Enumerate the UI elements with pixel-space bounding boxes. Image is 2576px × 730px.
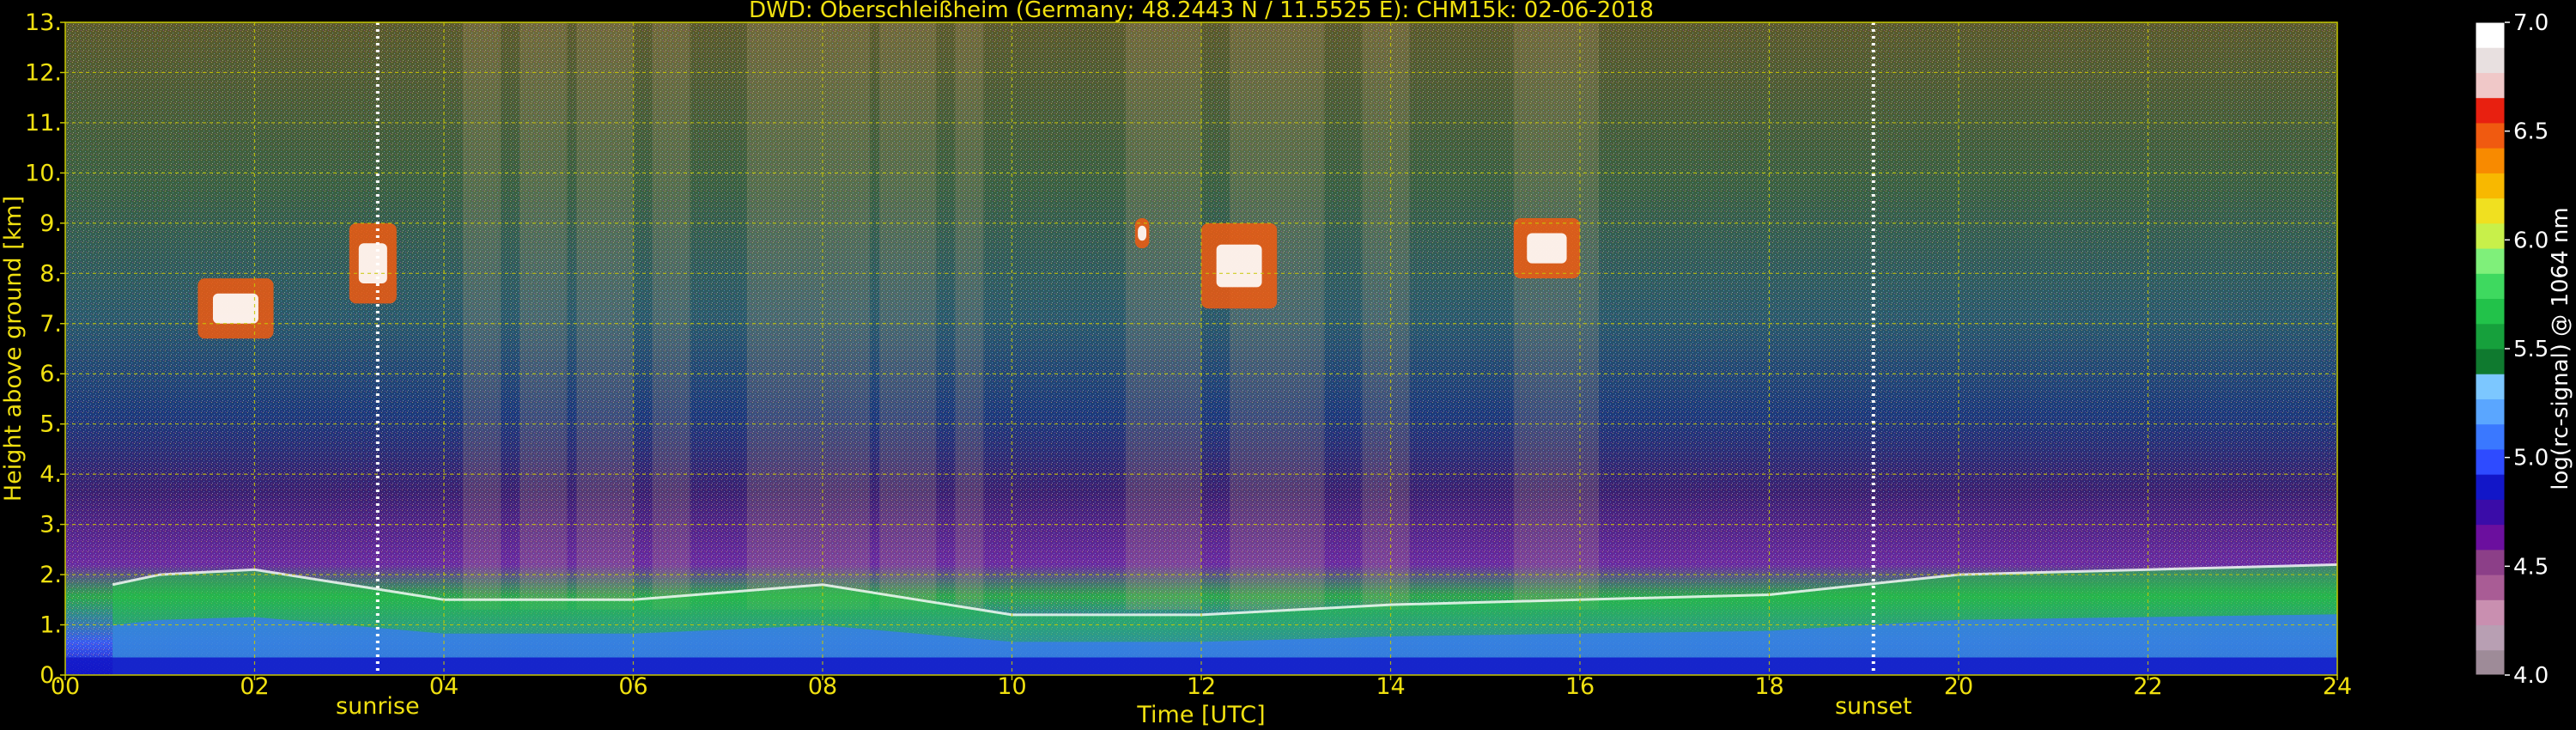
colorbar-swatch bbox=[2476, 22, 2505, 48]
colorbar-swatch bbox=[2476, 173, 2505, 199]
x-tick-label: 14 bbox=[1376, 673, 1405, 700]
colorbar-swatch bbox=[2476, 575, 2505, 600]
colorbar: 4.0 4.5 5.0 5.5 6.0 6.5 7.0 bbox=[2475, 10, 2549, 689]
x-axis-label: Time [UTC] bbox=[1136, 702, 1265, 728]
y-tick-label: 3. bbox=[39, 512, 62, 538]
cloud-core bbox=[1527, 233, 1567, 264]
colorbar-swatch bbox=[2476, 374, 2505, 399]
y-tick-label: 8. bbox=[39, 260, 62, 287]
colorbar-swatch bbox=[2476, 122, 2505, 149]
x-tick-label: 24 bbox=[2323, 673, 2352, 700]
colorbar-swatch bbox=[2476, 248, 2505, 274]
x-tick-label: 16 bbox=[1565, 673, 1595, 700]
colorbar-swatch bbox=[2476, 97, 2505, 124]
y-tick-label: 11. bbox=[25, 110, 62, 137]
colorbar-swatch bbox=[2476, 273, 2505, 300]
colorbar-tick-label: 5.0 bbox=[2513, 446, 2549, 471]
colorbar-swatch bbox=[2476, 198, 2505, 224]
cloud-core bbox=[212, 293, 258, 324]
surface-layer bbox=[65, 657, 2337, 675]
colorbar-swatch bbox=[2476, 474, 2505, 500]
colorbar-tick-label: 4.5 bbox=[2513, 554, 2549, 580]
x-tick-label: 22 bbox=[2133, 673, 2162, 700]
y-tick-label: 10. bbox=[25, 160, 62, 186]
x-tick-label: 02 bbox=[240, 673, 269, 700]
colorbar-swatch bbox=[2476, 349, 2505, 374]
colorbar-swatch bbox=[2476, 423, 2505, 450]
colorbar-swatch bbox=[2476, 599, 2505, 626]
y-tick-label: 5. bbox=[39, 411, 62, 438]
colorbar-tick-label: 4.0 bbox=[2513, 663, 2549, 689]
y-tick-label: 13. bbox=[25, 9, 62, 36]
cloud-core bbox=[1138, 225, 1147, 241]
colorbar-swatch bbox=[2476, 649, 2505, 676]
y-tick-label: 2. bbox=[39, 562, 62, 588]
x-tick-label: 18 bbox=[1754, 673, 1783, 700]
y-tick-label: 6. bbox=[39, 361, 62, 387]
cloud-core bbox=[358, 243, 387, 283]
cloud-core bbox=[1216, 244, 1262, 288]
colorbar-swatch bbox=[2476, 148, 2505, 173]
colorbar-swatch bbox=[2476, 323, 2505, 350]
x-tick-label: 06 bbox=[618, 673, 647, 700]
x-tick-label: 20 bbox=[1944, 673, 1973, 700]
colorbar-label: log(rc-signal) @ 1064 nm bbox=[2548, 207, 2573, 490]
y-tick-label: 4. bbox=[39, 461, 62, 488]
y-tick-label: 1. bbox=[39, 612, 62, 639]
y-axis-label: Height above ground [km] bbox=[0, 196, 27, 502]
colorbar-swatch bbox=[2476, 222, 2505, 249]
sun-event-labels: sunrise sunset bbox=[336, 693, 1912, 720]
colorbar-swatch bbox=[2476, 624, 2505, 651]
x-tick-label: 04 bbox=[429, 673, 459, 700]
x-tick-label: 10 bbox=[997, 673, 1026, 700]
y-axis-ticks: 0. 1. 2. 3. 4. 5. 6. 7. 8. 9. 10. 11. 12. 13. bbox=[25, 9, 65, 689]
sun-event-label: sunrise bbox=[336, 693, 420, 720]
colorbar-swatch bbox=[2476, 398, 2505, 425]
colorbar-tick-label: 5.5 bbox=[2513, 337, 2549, 362]
y-tick-label: 12. bbox=[25, 59, 62, 86]
colorbar-tick-label: 6.0 bbox=[2513, 228, 2549, 253]
y-tick-label: 0. bbox=[39, 662, 62, 689]
colorbar-swatch bbox=[2476, 47, 2505, 73]
y-tick-label: 9. bbox=[39, 210, 62, 237]
colorbar-swatch bbox=[2476, 298, 2505, 325]
colorbar-swatch bbox=[2476, 448, 2505, 475]
colorbar-swatch bbox=[2476, 524, 2505, 551]
colorbar-swatch bbox=[2476, 72, 2505, 99]
colorbar-tick-label: 7.0 bbox=[2513, 10, 2549, 36]
colorbar-tick-label: 6.5 bbox=[2513, 119, 2549, 145]
chart-title: DWD: Oberschleißheim (Germany; 48.2443 N… bbox=[749, 0, 1654, 23]
colorbar-swatch bbox=[2476, 549, 2505, 575]
y-tick-label: 7. bbox=[39, 311, 62, 338]
x-tick-label: 08 bbox=[808, 673, 837, 700]
sun-event-label: sunset bbox=[1835, 693, 1912, 720]
colorbar-swatch bbox=[2476, 499, 2505, 526]
ceilometer-chart: 00 02 04 06 08 10 12 14 16 18 20 22 24 0.1.2.3.4.5.6… bbox=[0, 0, 2573, 728]
x-tick-label: 12 bbox=[1187, 673, 1216, 700]
